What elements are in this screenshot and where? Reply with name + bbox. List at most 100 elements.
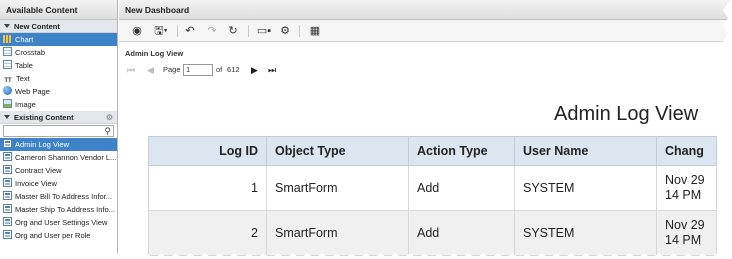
collapse-triangle-icon	[4, 115, 10, 119]
panel-title: Available Content	[0, 0, 117, 20]
next-page-icon[interactable]: ▶	[251, 63, 258, 77]
text-icon: TT	[4, 78, 12, 84]
new-content-item-crosstab[interactable]: Crosstab	[0, 46, 117, 59]
report-icon	[3, 217, 12, 226]
report-icon	[3, 191, 12, 200]
undo-icon[interactable]: ↶	[183, 24, 197, 38]
new-content-section-header[interactable]: New Content	[0, 20, 117, 33]
column-header[interactable]: Action Type	[408, 136, 515, 166]
existing-item[interactable]: Contract View	[0, 164, 117, 177]
cell-change-line1: Nov 29	[665, 218, 705, 232]
search-icon[interactable]: ⚲	[104, 126, 111, 137]
column-header[interactable]: Chang	[656, 136, 717, 166]
report-name: Admin Log View	[125, 49, 184, 58]
existing-item[interactable]: Admin Log View	[0, 138, 117, 151]
item-label: Image	[15, 100, 36, 109]
item-label: Crosstab	[15, 48, 46, 57]
column-header[interactable]: User Name	[514, 136, 657, 166]
item-label: Text	[16, 74, 30, 83]
last-page-icon[interactable]: ⏭	[268, 63, 276, 77]
new-content-item-image[interactable]: Image	[0, 98, 117, 111]
of-label: of	[216, 65, 223, 74]
item-label: Master Ship To Address Info...	[15, 205, 115, 214]
table-header-row: Log ID Object Type Action Type User Name…	[148, 136, 717, 166]
existing-item[interactable]: Master Ship To Address Info...	[0, 203, 117, 216]
cell-change-line2: 14 PM	[665, 233, 702, 247]
item-label: Org and User per Role	[15, 231, 91, 240]
redo-icon[interactable]: ↷	[205, 24, 219, 38]
page-number-input[interactable]: 1	[183, 64, 213, 76]
cell-action-type: Add	[408, 165, 515, 211]
item-label: Chart	[15, 35, 34, 44]
cell-change: Nov 29 14 PM	[656, 210, 717, 256]
toolbar-separator	[248, 25, 249, 37]
table-row: 2 SmartForm Add SYSTEM Nov 29 14 PM	[148, 210, 717, 256]
toolbar-separator	[177, 25, 178, 37]
report-table: Log ID Object Type Action Type User Name…	[148, 136, 717, 256]
existing-item[interactable]: Org and User Settings View	[0, 216, 117, 229]
item-label: Admin Log View	[15, 140, 70, 149]
chart-icon	[3, 35, 12, 43]
table-row: 1 SmartForm Add SYSTEM Nov 29 14 PM	[148, 165, 717, 211]
new-content-item-chart[interactable]: Chart	[0, 33, 117, 46]
column-header[interactable]: Log ID	[148, 136, 267, 166]
cell-log-id: 2	[148, 210, 267, 256]
column-header[interactable]: Object Type	[266, 136, 409, 166]
report-icon	[3, 230, 12, 239]
cell-change: Nov 29 14 PM	[656, 165, 717, 211]
dashboard-area: New Dashboard ◉ 🖫▾ ↶ ↷ ↻ ▭▪ ⚙ ▦ Admin Lo…	[119, 0, 732, 259]
save-icon[interactable]: 🖫▾	[151, 24, 171, 38]
report-icon	[3, 152, 12, 161]
toolbar-separator	[299, 25, 300, 37]
report-viewer: Admin Log View ⏮ ◀ Page 1 of 612 ▶ ⏭ Adm…	[119, 43, 732, 259]
layout-icon[interactable]: ▭▪	[255, 24, 273, 38]
item-label: Contract View	[15, 166, 62, 175]
first-page-icon[interactable]: ⏮	[127, 63, 135, 77]
existing-content-search: ⚲	[0, 124, 117, 138]
item-label: Table	[15, 61, 33, 70]
existing-item[interactable]: Invoice View	[0, 177, 117, 190]
grid-icon[interactable]: ▦	[308, 24, 322, 38]
existing-item[interactable]: Cameron Shannon Vendor L...	[0, 151, 117, 164]
page-label: Page	[163, 65, 181, 74]
prev-page-icon[interactable]: ◀	[147, 63, 154, 77]
item-label: Master Bill To Address Infor...	[15, 192, 112, 201]
report-icon	[3, 165, 12, 174]
view-icon[interactable]: ◉	[129, 24, 145, 38]
total-pages: 612	[227, 65, 240, 74]
report-icon	[3, 204, 12, 213]
new-content-item-web-page[interactable]: Web Page	[0, 85, 117, 98]
refresh-icon[interactable]: ↻	[226, 24, 240, 38]
report-title: Admin Log View	[554, 103, 699, 125]
existing-item[interactable]: Master Bill To Address Infor...	[0, 190, 117, 203]
item-label: Org and User Settings View	[15, 218, 108, 227]
search-input[interactable]: ⚲	[3, 125, 114, 137]
existing-item[interactable]: Org and User per Role	[0, 229, 117, 242]
report-icon	[3, 139, 12, 148]
globe-icon	[3, 86, 12, 95]
cell-object-type: SmartForm	[266, 210, 409, 256]
new-content-item-table[interactable]: Table	[0, 59, 117, 72]
dashboard-toolbar: ◉ 🖫▾ ↶ ↷ ↻ ▭▪ ⚙ ▦	[119, 20, 732, 42]
dashboard-title: New Dashboard	[119, 0, 732, 20]
cell-change-line2: 14 PM	[665, 188, 702, 202]
cell-log-id: 1	[148, 165, 267, 211]
cell-object-type: SmartForm	[266, 165, 409, 211]
cell-user-name: SYSTEM	[514, 210, 657, 256]
existing-content-section-header[interactable]: Existing Content ⚙	[0, 111, 117, 124]
collapse-triangle-icon	[4, 24, 10, 28]
crosstab-icon	[3, 47, 12, 56]
cell-change-line1: Nov 29	[665, 173, 705, 187]
settings-icon[interactable]: ⚙	[278, 24, 292, 38]
item-label: Web Page	[15, 87, 50, 96]
available-content-panel: Available Content New Content Chart Cros…	[0, 0, 118, 259]
report-icon	[3, 178, 12, 187]
image-icon	[3, 99, 12, 108]
item-label: Cameron Shannon Vendor L...	[15, 153, 117, 162]
options-icon[interactable]: ⚙	[106, 111, 113, 124]
item-label: Invoice View	[15, 179, 57, 188]
new-content-item-text[interactable]: TT Text	[0, 72, 117, 85]
section-label: Existing Content	[14, 113, 74, 122]
section-label: New Content	[14, 22, 60, 31]
cell-action-type: Add	[408, 210, 515, 256]
